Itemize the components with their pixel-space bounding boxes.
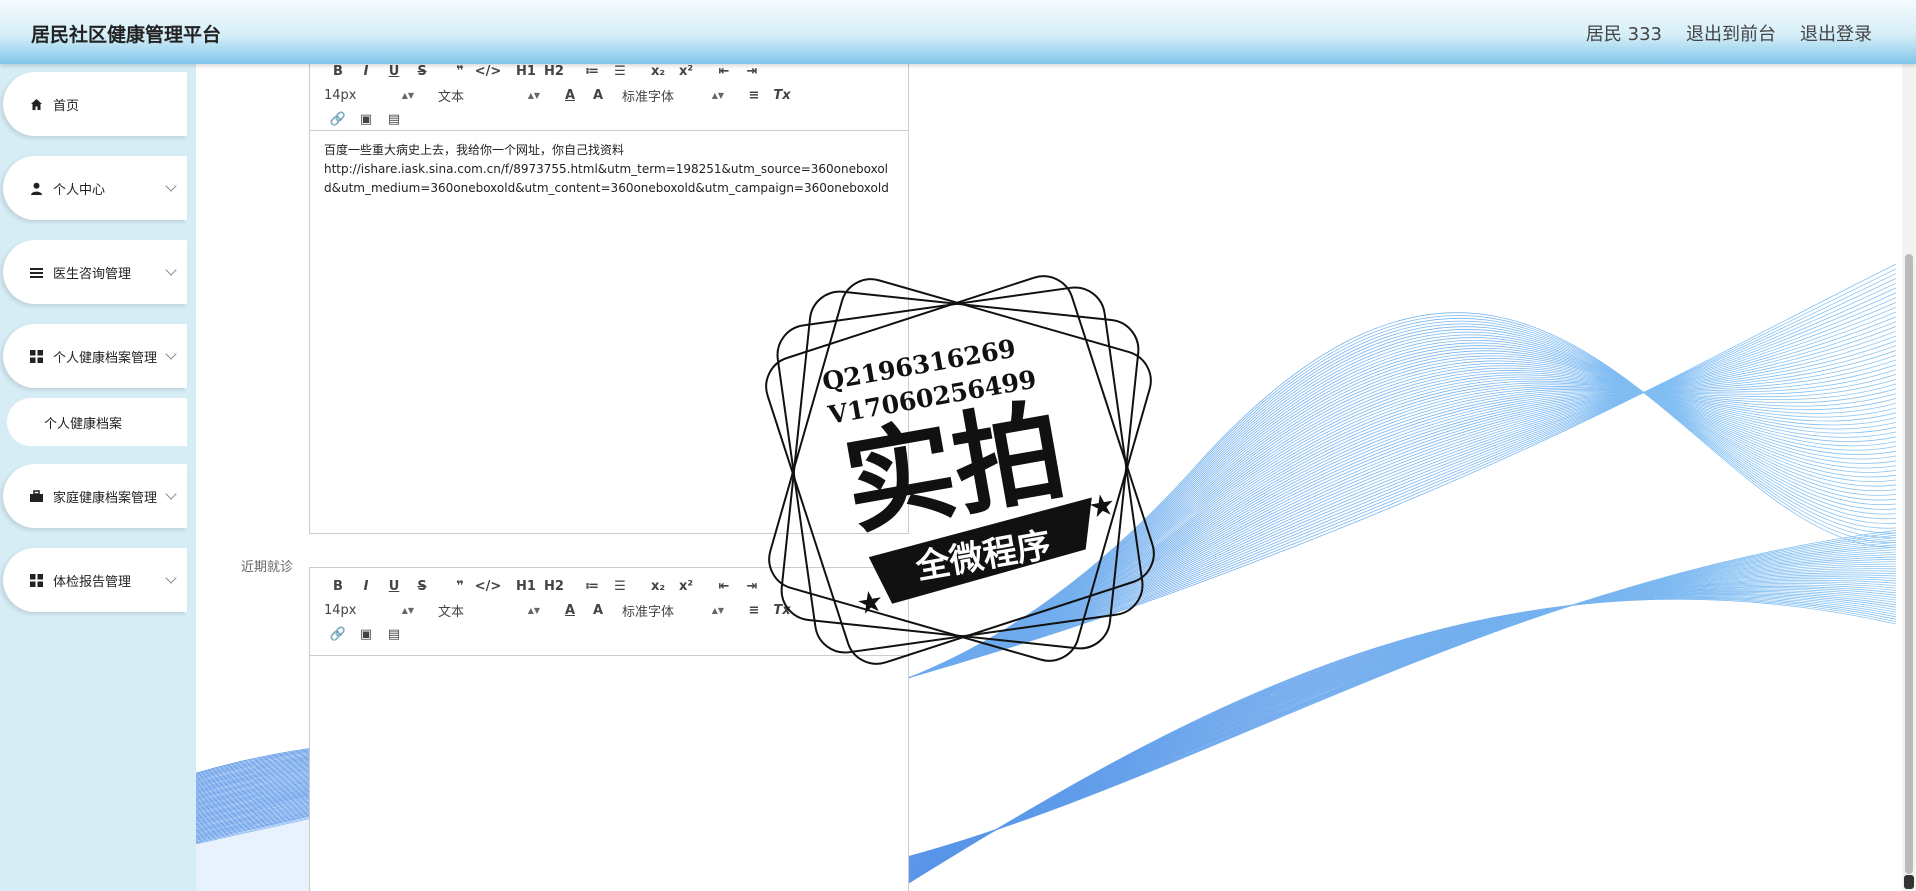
sidebar-item-label: 个人中心 [53, 182, 106, 198]
font-size-select[interactable]: 14px ▲▼ [324, 88, 420, 103]
logout-link[interactable]: 退出登录 [1800, 20, 1872, 46]
image-icon[interactable]: ▣ [352, 627, 380, 642]
indent-decrease-button[interactable]: ⇤ [710, 579, 738, 594]
chevron-down-icon [165, 572, 177, 584]
editor-text-line: 百度一些重大病史上去，我给你一个网址，你自己找资料 [324, 143, 625, 157]
ordered-list-button[interactable]: ≔ [578, 579, 606, 594]
indent-increase-button[interactable]: ⇥ [738, 64, 766, 79]
sidebar-item-label: 个人健康档案管理 [53, 350, 158, 366]
editor-toolbar: B I U S ❞ </> H1 H2 ≔ ☰ x₂ x² ⇤ ⇥ 14px ▲▼… [310, 64, 908, 131]
chevron-down-icon [165, 348, 177, 360]
italic-button[interactable]: I [352, 579, 380, 594]
subscript-button[interactable]: x₂ [644, 64, 672, 79]
sidebar-item-doctor-consult[interactable]: 医生咨询管理 [3, 240, 187, 304]
sidebar-item-label: 首页 [53, 98, 80, 114]
app-title: 居民社区健康管理平台 [31, 24, 222, 46]
star-icon: ★ [1086, 487, 1119, 526]
clear-format-button[interactable]: Tx [768, 88, 796, 103]
font-color-button[interactable]: A [556, 603, 584, 618]
font-size-select[interactable]: 14px ▲▼ [324, 603, 420, 618]
video-icon[interactable]: ▤ [380, 112, 408, 127]
sidebar-item-home[interactable]: 首页 [3, 72, 187, 136]
background-color-button[interactable]: A [584, 603, 612, 618]
h2-button[interactable]: H2 [540, 579, 568, 594]
code-button[interactable]: </> [474, 579, 502, 594]
top-header: 居民社区健康管理平台 居民 333 退出到前台 退出登录 [0, 0, 1916, 64]
sidebar-item-personal-center[interactable]: 个人中心 [3, 156, 187, 220]
grid-icon [29, 349, 43, 363]
bold-button[interactable]: B [324, 64, 352, 79]
h2-button[interactable]: H2 [540, 64, 568, 79]
scrollbar-thumb[interactable] [1905, 254, 1913, 874]
h1-button[interactable]: H1 [512, 579, 540, 594]
editor-content[interactable] [310, 656, 908, 891]
briefcase-icon [29, 489, 43, 503]
sidebar-item-label: 家庭健康档案管理 [53, 490, 158, 506]
quote-button[interactable]: ❞ [446, 64, 474, 79]
strike-button[interactable]: S [408, 64, 436, 79]
user-icon [29, 181, 43, 195]
sidebar: 首页 个人中心 医生咨询管理 个人健康档案管理 个人健康档案 家庭健康档案管理 [0, 64, 196, 891]
scrollbar-end-icon [1904, 875, 1914, 889]
sidebar-item-label: 体检报告管理 [53, 574, 132, 590]
link-icon[interactable]: 🔗 [324, 112, 352, 127]
font-family-select[interactable]: 标准字体 ▲▼ [622, 601, 730, 620]
bold-button[interactable]: B [324, 579, 352, 594]
back-to-front-link[interactable]: 退出到前台 [1686, 20, 1776, 46]
video-icon[interactable]: ▤ [380, 627, 408, 642]
italic-button[interactable]: I [352, 64, 380, 79]
background-color-button[interactable]: A [584, 88, 612, 103]
superscript-button[interactable]: x² [672, 579, 700, 594]
user-name[interactable]: 居民 333 [1586, 20, 1662, 46]
field-label-recent-visit: 近期就诊 [241, 560, 294, 575]
chevron-down-icon [165, 488, 177, 500]
header-select[interactable]: 文本 ▲▼ [438, 601, 546, 620]
sidebar-item-personal-health-records[interactable]: 个人健康档案管理 [3, 324, 187, 388]
home-icon [29, 97, 43, 111]
sidebar-item-label: 医生咨询管理 [53, 266, 132, 282]
quote-button[interactable]: ❞ [446, 579, 474, 594]
strike-button[interactable]: S [408, 579, 436, 594]
code-button[interactable]: </> [474, 64, 502, 79]
superscript-button[interactable]: x² [672, 64, 700, 79]
bullet-list-button[interactable]: ☰ [606, 64, 634, 79]
sidebar-item-family-health-records[interactable]: 家庭健康档案管理 [3, 464, 187, 528]
font-family-select[interactable]: 标准字体 ▲▼ [622, 86, 730, 105]
grid-icon [29, 573, 43, 587]
chevron-down-icon [165, 264, 177, 276]
watermark-stamp: Q2196316269 V17060256499 实拍 全微程序 ★ ★ [765, 275, 1155, 665]
sidebar-subitem-label: 个人健康档案 [44, 416, 123, 432]
header-links: 居民 333 退出到前台 退出登录 [1586, 20, 1872, 46]
sidebar-subitem-personal-health-record[interactable]: 个人健康档案 [7, 398, 187, 446]
ordered-list-button[interactable]: ≔ [578, 64, 606, 79]
h1-button[interactable]: H1 [512, 64, 540, 79]
toolbar-row-media: 🔗 ▣ ▤ [310, 107, 908, 131]
sidebar-item-checkup-reports[interactable]: 体检报告管理 [3, 548, 187, 612]
list-icon [29, 265, 43, 279]
toolbar-row-format: B I U S ❞ </> H1 H2 ≔ ☰ x₂ x² ⇤ ⇥ [310, 64, 908, 83]
editor-content[interactable]: 百度一些重大病史上去，我给你一个网址，你自己找资料 http://ishare.… [310, 131, 908, 208]
indent-decrease-button[interactable]: ⇤ [710, 64, 738, 79]
header-select[interactable]: 文本 ▲▼ [438, 86, 546, 105]
image-icon[interactable]: ▣ [352, 112, 380, 127]
subscript-button[interactable]: x₂ [644, 579, 672, 594]
chevron-down-icon [165, 180, 177, 192]
bullet-list-button[interactable]: ☰ [606, 579, 634, 594]
underline-button[interactable]: U [380, 579, 408, 594]
star-icon: ★ [854, 584, 887, 623]
editor-text-url: http://ishare.iask.sina.com.cn/f/8973755… [324, 162, 889, 195]
link-icon[interactable]: 🔗 [324, 627, 352, 642]
align-button[interactable]: ≡ [740, 88, 768, 103]
font-color-button[interactable]: A [556, 88, 584, 103]
underline-button[interactable]: U [380, 64, 408, 79]
page-scrollbar[interactable] [1902, 64, 1916, 891]
toolbar-row-select: 14px ▲▼ 文本 ▲▼ A A 标准字体 ▲▼ ≡ Tx [310, 83, 908, 107]
